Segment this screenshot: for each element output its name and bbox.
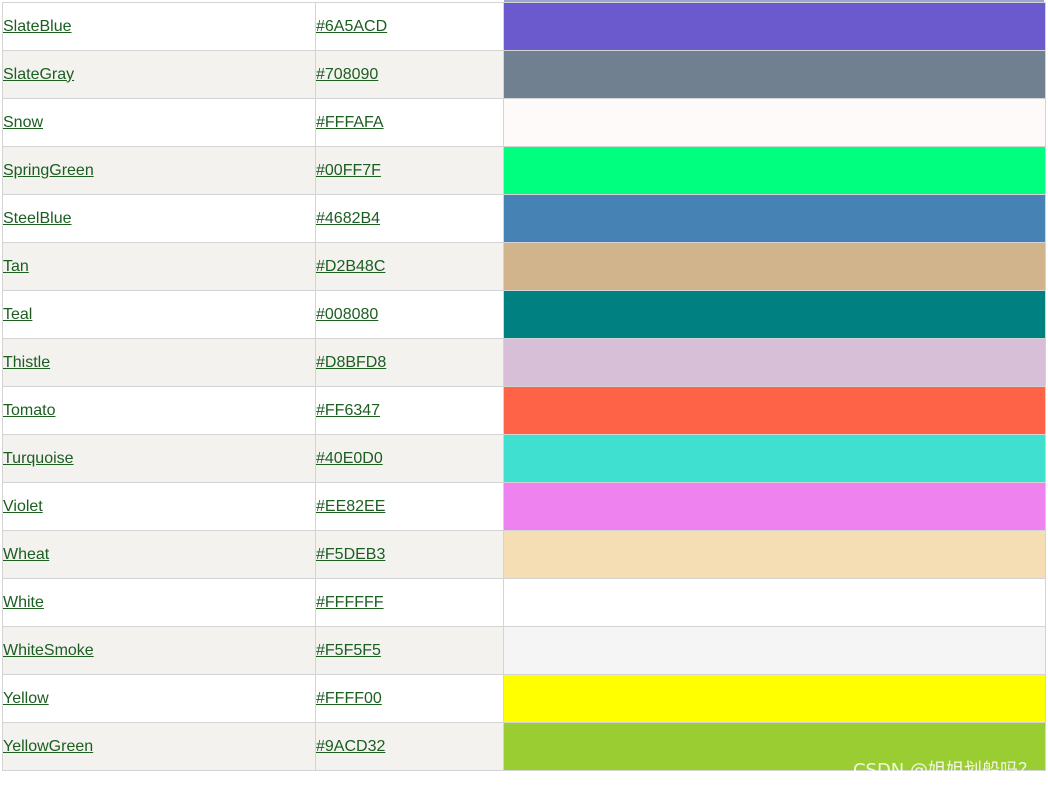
- color-hex-cell: #F5F5F5: [315, 626, 504, 675]
- color-hex-cell: #EE82EE: [315, 482, 504, 531]
- color-hex-cell: #4682B4: [315, 194, 504, 243]
- color-hex-link[interactable]: #FFFF00: [316, 690, 382, 707]
- color-swatch: [503, 386, 1046, 435]
- color-name-link[interactable]: SlateGray: [3, 66, 74, 83]
- color-name-cell: Teal: [2, 290, 316, 339]
- color-swatch: [503, 338, 1046, 387]
- color-name-link[interactable]: SpringGreen: [3, 162, 94, 179]
- color-name-link[interactable]: WhiteSmoke: [3, 642, 94, 659]
- color-hex-link[interactable]: #F5F5F5: [316, 642, 381, 659]
- color-swatch: [503, 242, 1046, 291]
- color-row: SpringGreen #00FF7F: [2, 146, 1046, 195]
- color-row: WhiteSmoke #F5F5F5: [2, 626, 1046, 675]
- color-name-cell: WhiteSmoke: [2, 626, 316, 675]
- color-name-cell: Snow: [2, 98, 316, 147]
- color-row: Teal #008080: [2, 290, 1046, 339]
- color-row: Wheat #F5DEB3: [2, 530, 1046, 579]
- color-hex-link[interactable]: #FF6347: [316, 402, 380, 419]
- color-hex-cell: #D8BFD8: [315, 338, 504, 387]
- color-hex-link[interactable]: #40E0D0: [316, 450, 383, 467]
- color-hex-link[interactable]: #D8BFD8: [316, 354, 386, 371]
- color-name-cell: Tomato: [2, 386, 316, 435]
- color-swatch: [503, 530, 1046, 579]
- color-name-link[interactable]: Snow: [3, 114, 43, 131]
- color-row: Yellow #FFFF00: [2, 674, 1046, 723]
- color-hex-link[interactable]: #F5DEB3: [316, 546, 385, 563]
- color-hex-cell: #D2B48C: [315, 242, 504, 291]
- color-row: Tan #D2B48C: [2, 242, 1046, 291]
- color-table-body: SlateBlue #6A5ACD SlateGray #708090 Snow #FFF…: [2, 2, 1046, 771]
- color-name-cell: SlateBlue: [2, 2, 316, 51]
- color-hex-link[interactable]: #FFFAFA: [316, 114, 384, 131]
- color-name-link[interactable]: SteelBlue: [3, 210, 72, 227]
- color-name-cell: SlateGray: [2, 50, 316, 99]
- color-name-link[interactable]: SlateBlue: [3, 18, 72, 35]
- color-name-cell: YellowGreen: [2, 722, 316, 771]
- color-hex-link[interactable]: #4682B4: [316, 210, 380, 227]
- color-swatch: [503, 50, 1046, 99]
- color-row: SteelBlue #4682B4: [2, 194, 1046, 243]
- color-hex-link[interactable]: #D2B48C: [316, 258, 385, 275]
- color-name-link[interactable]: Wheat: [3, 546, 49, 563]
- color-name-link[interactable]: Yellow: [3, 690, 49, 707]
- color-row: White #FFFFFF: [2, 578, 1046, 627]
- color-row: Turquoise #40E0D0: [2, 434, 1046, 483]
- color-hex-cell: #FF6347: [315, 386, 504, 435]
- color-hex-link[interactable]: #9ACD32: [316, 738, 385, 755]
- color-hex-cell: #FFFAFA: [315, 98, 504, 147]
- color-hex-cell: #40E0D0: [315, 434, 504, 483]
- color-hex-link[interactable]: #FFFFFF: [316, 594, 384, 611]
- color-name-cell: White: [2, 578, 316, 627]
- color-swatch: [503, 194, 1046, 243]
- color-hex-cell: #6A5ACD: [315, 2, 504, 51]
- color-name-cell: SteelBlue: [2, 194, 316, 243]
- color-row: Thistle #D8BFD8: [2, 338, 1046, 387]
- color-row: Tomato #FF6347: [2, 386, 1046, 435]
- color-swatch: [503, 626, 1046, 675]
- color-hex-cell: #708090: [315, 50, 504, 99]
- color-swatch: [503, 578, 1046, 627]
- color-name-link[interactable]: Tomato: [3, 402, 55, 419]
- color-hex-link[interactable]: #00FF7F: [316, 162, 381, 179]
- color-name-cell: Yellow: [2, 674, 316, 723]
- color-row: SlateBlue #6A5ACD: [2, 2, 1046, 51]
- color-swatch: [503, 98, 1046, 147]
- color-hex-link[interactable]: #6A5ACD: [316, 18, 387, 35]
- color-name-link[interactable]: Teal: [3, 306, 32, 323]
- color-hex-link[interactable]: #EE82EE: [316, 498, 385, 515]
- color-swatch: [503, 434, 1046, 483]
- color-name-link[interactable]: Thistle: [3, 354, 50, 371]
- color-name-link[interactable]: Turquoise: [3, 450, 74, 467]
- color-name-cell: Thistle: [2, 338, 316, 387]
- color-swatch: [503, 2, 1046, 51]
- color-hex-cell: #FFFF00: [315, 674, 504, 723]
- color-hex-cell: #FFFFFF: [315, 578, 504, 627]
- color-name-link[interactable]: Tan: [3, 258, 29, 275]
- color-name-cell: SpringGreen: [2, 146, 316, 195]
- color-swatch: [503, 146, 1046, 195]
- color-hex-cell: #F5DEB3: [315, 530, 504, 579]
- color-name-cell: Turquoise: [2, 434, 316, 483]
- color-name-link[interactable]: YellowGreen: [3, 738, 93, 755]
- color-name-cell: Wheat: [2, 530, 316, 579]
- color-swatch: [503, 482, 1046, 531]
- color-row: Snow #FFFAFA: [2, 98, 1046, 147]
- color-table: SlateBlue #6A5ACD SlateGray #708090 Snow #FFF…: [2, 2, 1046, 771]
- color-hex-cell: #008080: [315, 290, 504, 339]
- color-hex-link[interactable]: #008080: [316, 306, 378, 323]
- watermark: CSDN @姐姐划船吗？: [852, 760, 1036, 781]
- color-name-link[interactable]: Violet: [3, 498, 43, 515]
- color-hex-cell: #9ACD32: [315, 722, 504, 771]
- color-row: SlateGray #708090: [2, 50, 1046, 99]
- color-swatch: [503, 290, 1046, 339]
- color-name-cell: Violet: [2, 482, 316, 531]
- color-swatch: [503, 674, 1046, 723]
- color-hex-link[interactable]: #708090: [316, 66, 378, 83]
- color-name-link[interactable]: White: [3, 594, 44, 611]
- color-name-cell: Tan: [2, 242, 316, 291]
- color-hex-cell: #00FF7F: [315, 146, 504, 195]
- color-row: Violet #EE82EE: [2, 482, 1046, 531]
